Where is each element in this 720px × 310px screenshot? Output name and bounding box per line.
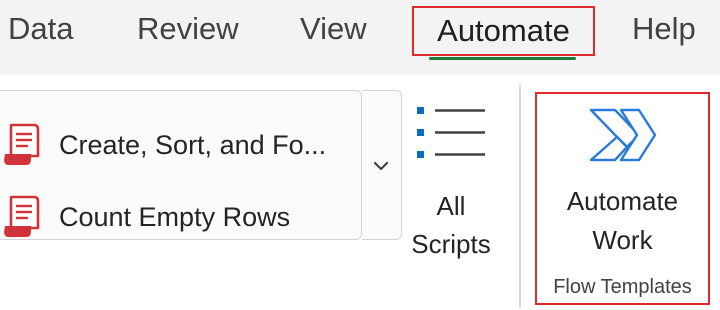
automate-work-label-line2: Work (592, 225, 653, 255)
tab-review[interactable]: Review (137, 0, 239, 60)
script-document-icon (4, 195, 40, 237)
script-item-label: Create, Sort, and Fo... (59, 129, 327, 160)
group-divider (519, 85, 521, 308)
tab-automate[interactable]: Automate (412, 6, 595, 56)
automate-work-button[interactable]: Automate Work (537, 94, 708, 269)
flow-templates-group-label: Flow Templates (553, 276, 692, 298)
active-tab-underline (429, 57, 576, 60)
script-item-label: Count Empty Rows (59, 201, 291, 232)
automate-work-label-line1: Automate (566, 186, 679, 216)
scripts-gallery: Create, Sort, and Fo... Count Empty Rows (0, 90, 362, 240)
all-scripts-label-line2: Scripts (411, 229, 491, 259)
script-document-icon (4, 123, 40, 165)
flow-templates-group: Automate Work Flow Templates (535, 92, 710, 305)
all-scripts-label: All Scripts (405, 187, 497, 263)
automate-work-label: Automate Work (537, 182, 708, 260)
gallery-expand-button[interactable] (362, 90, 402, 240)
script-item-count-empty-rows[interactable]: Count Empty Rows (1, 189, 290, 245)
all-scripts-label-line1: All (436, 191, 466, 221)
tab-help[interactable]: Help (632, 0, 696, 60)
all-scripts-button[interactable]: All Scripts (405, 95, 497, 259)
script-item-create-sort[interactable]: Create, Sort, and Fo... (1, 117, 326, 173)
tab-view[interactable]: View (300, 0, 367, 60)
list-icon (417, 107, 485, 158)
power-automate-icon (589, 108, 657, 162)
tab-data[interactable]: Data (8, 0, 73, 60)
ribbon-tab-bar: Data Review View Automate Help (0, 0, 720, 75)
ribbon-body: Create, Sort, and Fo... Count Empty Rows (0, 75, 720, 310)
chevron-down-icon (373, 161, 389, 171)
